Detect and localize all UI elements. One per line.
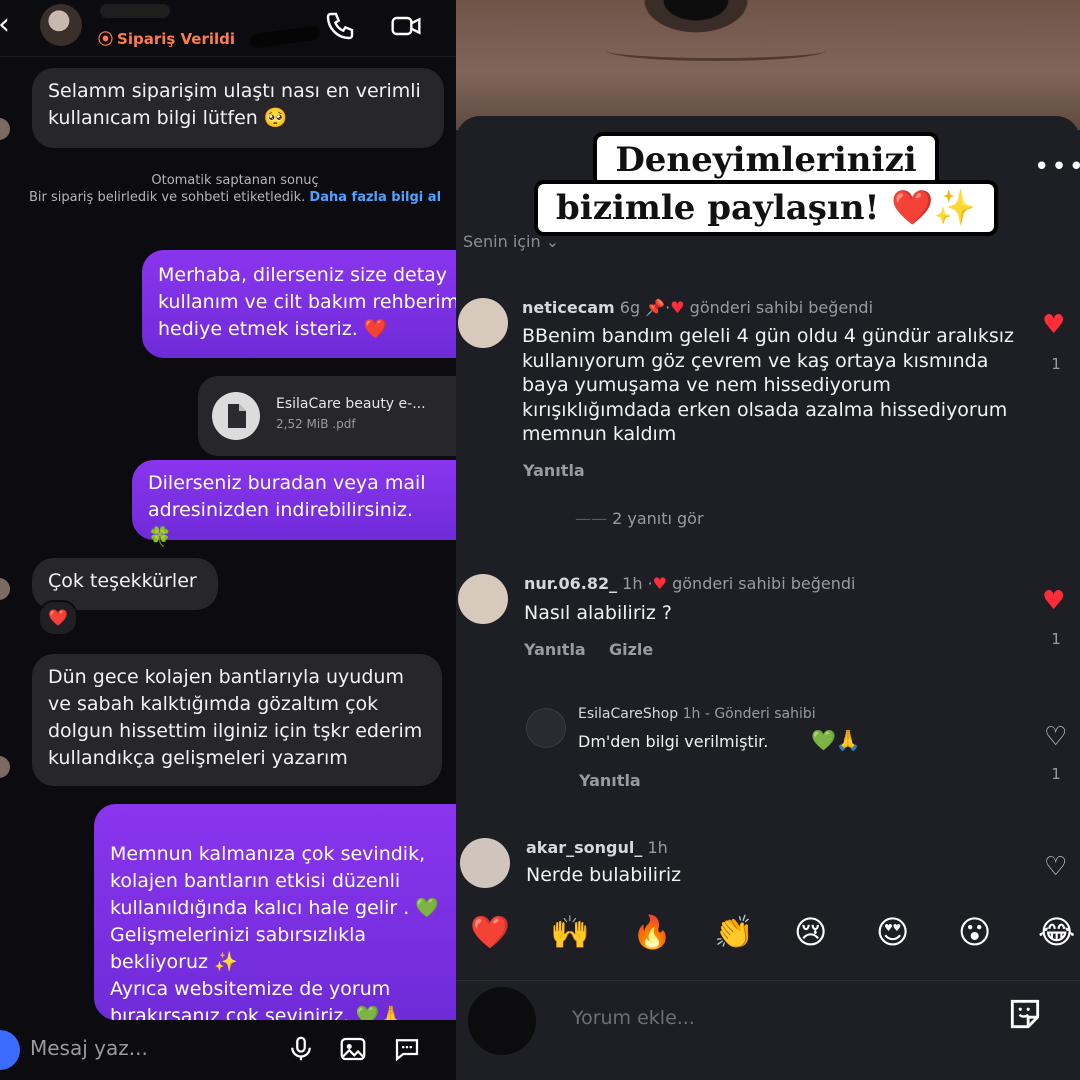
sender-avatar: [0, 756, 10, 778]
learn-more-link[interactable]: Daha fazla bilgi al: [309, 190, 441, 205]
view-replies-button[interactable]: —— 2 yanıtı gör: [575, 509, 704, 528]
phone-call-icon[interactable]: [324, 10, 356, 42]
emoji-surprised-button[interactable]: 😮: [958, 912, 991, 952]
order-status-label: ⦿ Sipariş Verildi: [98, 28, 235, 49]
commenter-avatar[interactable]: [460, 838, 510, 888]
gallery-icon[interactable]: [338, 1034, 368, 1064]
emoji-raised-hands-button[interactable]: 🙌: [550, 912, 590, 952]
reply-button[interactable]: Yanıtla: [579, 771, 641, 790]
sticker-icon[interactable]: [1006, 995, 1044, 1033]
back-arrow-icon[interactable]: ‹: [0, 10, 10, 40]
microphone-icon[interactable]: [286, 1034, 316, 1064]
view-replies-label: 2 yanıtı gör: [612, 509, 704, 528]
sort-dropdown[interactable]: Senin için ⌄: [463, 232, 559, 251]
message-input[interactable]: Mesaj yaz...: [30, 1036, 148, 1060]
headline-text: Deneyimlerinizi: [597, 136, 935, 184]
comment-username[interactable]: nur.06.82_: [524, 574, 617, 593]
emoji-quick-bar: ❤️ 🙌 🔥 👏 😢 😍 😮 😂: [456, 912, 1080, 962]
headline-line-2: bizimle paylaşın! ❤️✨: [536, 184, 996, 232]
author-tag: Gönderi sahibi: [714, 706, 816, 722]
emoji-laughing-button[interactable]: 😂: [1038, 912, 1075, 952]
message-incoming[interactable]: Selamm siparişim ulaştı nası en verimli …: [32, 68, 444, 148]
redaction-scribble: [249, 25, 321, 49]
emoji-sad-button[interactable]: 😢: [794, 912, 827, 952]
chat-bubble-icon[interactable]: [392, 1034, 422, 1064]
liked-heart-icon: ♥: [670, 298, 685, 317]
sender-avatar: [0, 578, 10, 600]
comment-emoji: 💚🙏: [811, 728, 861, 752]
comment-time: 1h: [647, 838, 668, 857]
heart-outline-icon[interactable]: ♡: [1044, 722, 1067, 752]
comment-header: akar_songul_ 1h: [526, 838, 668, 857]
order-status-icon: ⦿: [98, 30, 114, 48]
hide-button[interactable]: Gizle: [609, 640, 653, 659]
emoji-heart-eyes-button[interactable]: 😍: [876, 912, 909, 952]
sender-avatar: [0, 118, 10, 140]
system-notice-title: Otomatik saptanan sonuç: [151, 173, 319, 188]
comment-header: nur.06.82_ 1h ·♥ gönderi sahibi beğendi: [524, 574, 856, 593]
file-size: 2,52 MiB .pdf: [276, 417, 356, 431]
author-liked-label: gönderi sahibi beğendi: [689, 298, 874, 317]
comments-panel: Deneyimlerinizi bizimle paylaşın! ❤️✨ ••…: [456, 0, 1080, 1080]
comment-text: Nerde bulabiliriz: [526, 864, 682, 886]
my-avatar: [468, 987, 536, 1055]
message-incoming[interactable]: Dün gece kolajen bantlarıyla uyudum ve s…: [32, 654, 442, 786]
like-count: 1: [1051, 630, 1061, 648]
eye-contour: [606, 40, 826, 61]
headline-line-1: Deneyimlerinizi: [536, 136, 996, 184]
comment-text: Dm'den bilgi verilmiştir.: [578, 732, 769, 751]
reply-button[interactable]: Yanıtla: [524, 640, 586, 659]
emoji-fire-button[interactable]: 🔥: [632, 912, 672, 952]
comment-text: BBenim bandım geleli 4 gün oldu 4 gündür…: [522, 325, 1014, 445]
comment-username[interactable]: EsilaCareShop: [578, 706, 678, 722]
reply-button[interactable]: Yanıtla: [523, 461, 585, 480]
message-text: Memnun kalmanıza çok sevindik, kolajen b…: [110, 843, 439, 1020]
dm-header: ‹ ⦿Sipariş Verildi: [0, 0, 456, 57]
heart-filled-icon[interactable]: ♥: [1042, 586, 1065, 616]
commenter-avatar[interactable]: [458, 298, 508, 348]
heart-filled-icon[interactable]: ♥: [1042, 310, 1065, 340]
emoji-heart-button[interactable]: ❤️: [470, 912, 510, 952]
dm-panel: ‹ ⦿Sipariş Verildi Selamm siparişim ulaş…: [0, 0, 456, 1080]
commenter-avatar[interactable]: [458, 574, 508, 624]
like-count: 1: [1051, 765, 1061, 783]
file-name: EsilaCare beauty e-...: [276, 396, 426, 412]
liked-heart-icon: ♥: [652, 574, 668, 593]
heart-outline-icon[interactable]: ♡: [1044, 852, 1067, 882]
add-comment-bar: Yorum ekle...: [456, 980, 1080, 1080]
message-composer: Mesaj yaz...: [0, 1020, 456, 1080]
contact-name-redacted: [100, 4, 170, 18]
heart-reaction-icon[interactable]: ❤️: [38, 600, 78, 636]
document-icon: [212, 392, 260, 440]
contact-avatar[interactable]: [40, 4, 82, 46]
post-photo-background: [456, 0, 1080, 130]
author-liked-label: gönderi sahibi beğendi: [672, 574, 856, 593]
system-notice-text: Bir sipariş belirledik ve sohbeti etiket…: [28, 190, 306, 205]
comment-header: neticecam 6g 📌·♥ gönderi sahibi beğendi: [522, 298, 874, 317]
system-notice: Otomatik saptanan sonuç Bir sipariş beli…: [20, 172, 450, 206]
comment-username[interactable]: neticecam: [522, 298, 615, 317]
order-status-text: Sipariş Verildi: [117, 30, 236, 48]
shop-avatar[interactable]: [526, 708, 566, 748]
emoji-clap-button[interactable]: 👏: [714, 912, 754, 952]
comment-input[interactable]: Yorum ekle...: [572, 1007, 695, 1029]
comment-header: EsilaCareShop 1h - Gönderi sahibi: [578, 706, 816, 722]
camera-icon[interactable]: [0, 1030, 20, 1070]
message-text: Merhaba, dilerseniz size detay kullanım …: [158, 264, 456, 340]
headline-text: bizimle paylaşın! ❤️✨: [538, 184, 994, 232]
message-outgoing[interactable]: Memnun kalmanıza çok sevindik, kolajen b…: [94, 804, 456, 1020]
video-call-icon[interactable]: [390, 10, 422, 42]
like-count: 1: [1051, 355, 1061, 373]
pin-icon: 📌: [645, 298, 666, 317]
replies-divider: ——: [575, 509, 607, 528]
pdf-attachment[interactable]: EsilaCare beauty e-... 2,52 MiB .pdf: [198, 376, 456, 456]
comment-text: Nasıl alabiliriz ?: [524, 602, 673, 624]
more-options-icon[interactable]: •••: [1034, 152, 1080, 182]
comment-username[interactable]: akar_songul_: [526, 838, 642, 857]
message-outgoing[interactable]: Dilerseniz buradan veya mail adresinizde…: [132, 460, 456, 548]
comment-time: 6g: [619, 298, 641, 317]
comment-time: 1h: [682, 706, 701, 722]
comment-time: 1h: [622, 574, 643, 593]
message-outgoing[interactable]: Merhaba, dilerseniz size detay kullanım …: [142, 250, 456, 358]
